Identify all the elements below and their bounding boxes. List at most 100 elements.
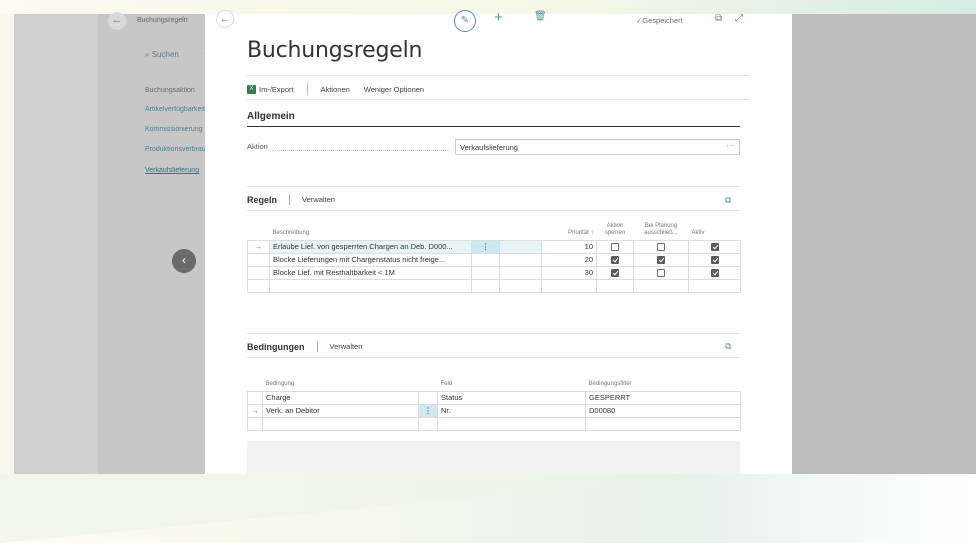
background-nav-item[interactable]: Produktionsverbrauch xyxy=(145,146,205,153)
rules-header-separator xyxy=(289,194,291,205)
priority-cell[interactable]: 20 xyxy=(541,252,597,267)
background-search-button[interactable]: ⌕ Suchen xyxy=(145,50,179,60)
import-export-label: Im-/Export xyxy=(259,84,294,94)
rules-header: Regeln Verwalten xyxy=(247,194,335,205)
active-checkbox[interactable] xyxy=(688,239,741,254)
background-nav-item-active[interactable]: Verkaufslieferung xyxy=(145,167,205,174)
background-collapse-button[interactable]: ‹ xyxy=(172,249,196,273)
conditions-manage-menu[interactable]: Verwalten xyxy=(330,342,363,351)
background-app-title: Buchungsregeln xyxy=(137,17,188,24)
description-cell[interactable]: Blocke Lieferungen mit Chargenstatus nic… xyxy=(269,252,472,267)
col-description[interactable]: Beschreibung xyxy=(270,220,472,240)
saved-label: Gespeichert xyxy=(642,16,683,25)
edit-button[interactable]: ✎ xyxy=(454,10,476,32)
col-condition[interactable]: Bedingung xyxy=(263,374,419,391)
table-row[interactable]: Charge Status GESPERRT xyxy=(247,390,741,405)
table-row[interactable]: → Erlaube Lief. von gesperrten Chargen a… xyxy=(247,239,741,254)
condition-cell[interactable]: Charge xyxy=(262,390,419,405)
rules-header-divider xyxy=(247,210,740,211)
backdrop-bottom xyxy=(0,474,976,543)
rules-manage-menu[interactable]: Verwalten xyxy=(302,195,335,204)
exclude-planning-checkbox[interactable] xyxy=(633,252,689,267)
page-title: Buchungsregeln xyxy=(247,38,423,63)
rules-title[interactable]: Regeln xyxy=(247,195,277,205)
rules-table: Beschreibung Priorität ↑ Aktion sperren B… xyxy=(247,220,741,293)
conditions-header-divider xyxy=(247,357,740,358)
checkbox-checked-icon xyxy=(710,243,719,251)
fewer-options-button[interactable]: Weniger Optionen xyxy=(364,85,424,94)
expand-button[interactable]: ⤢ xyxy=(735,13,743,24)
lookup-button[interactable]: ··· xyxy=(726,141,734,150)
background-app-panel xyxy=(98,14,218,474)
action-bar-separator xyxy=(306,83,308,95)
condition-cell[interactable]: Verk. an Debitor xyxy=(262,403,419,418)
priority-cell[interactable]: 30 xyxy=(541,265,597,280)
back-button[interactable]: ← xyxy=(216,10,234,28)
row-menu-button[interactable]: ⋮ xyxy=(471,239,500,254)
active-checkbox[interactable] xyxy=(688,265,741,280)
checkbox-checked-icon xyxy=(657,256,665,264)
table-row-empty[interactable] xyxy=(247,416,741,431)
trash-icon: 🗑 xyxy=(534,11,547,22)
col-priority[interactable]: Priorität ↑ xyxy=(542,220,597,240)
filter-cell[interactable]: D00080 xyxy=(585,403,741,418)
delete-button[interactable]: 🗑 xyxy=(534,11,547,22)
backdrop-top xyxy=(0,0,976,14)
action-field-value: Verkaufslieferung xyxy=(460,143,518,152)
rules-expand-button[interactable]: ⧉ xyxy=(725,195,731,206)
col-field[interactable]: Feld xyxy=(438,374,586,391)
background-nav-item[interactable]: Artikelverfügbarkeit xyxy=(145,106,205,113)
block-action-checkbox[interactable] xyxy=(596,239,634,254)
current-row-arrow-icon: → xyxy=(247,239,270,254)
col-active[interactable]: Aktiv xyxy=(689,220,741,240)
conditions-header-separator xyxy=(316,341,318,352)
exclude-planning-checkbox[interactable] xyxy=(633,265,689,280)
action-field-label: Aktion xyxy=(247,142,268,151)
field-leader-dots xyxy=(272,150,450,151)
conditions-expand-button[interactable]: ⧉ xyxy=(725,341,731,352)
background-nav-item[interactable]: Kommissionierung xyxy=(145,126,205,133)
background-nav-item: Buchungsaktion xyxy=(145,87,195,94)
block-action-checkbox[interactable] xyxy=(596,252,634,267)
background-back-button[interactable]: ← xyxy=(108,12,126,30)
col-block-action[interactable]: Aktion sperren xyxy=(597,220,634,240)
backdrop-left-strip xyxy=(0,14,14,474)
field-cell[interactable]: Status xyxy=(437,390,586,405)
open-window-icon: ⧉ xyxy=(715,13,723,24)
action-bar-divider xyxy=(247,99,750,100)
table-row[interactable]: Blocke Lief. mit Resthaltbarkeit < 1M 30 xyxy=(247,265,741,280)
col-filter[interactable]: Bedingungsfilter xyxy=(586,374,741,391)
row-menu-button[interactable]: ⋮ xyxy=(418,403,438,418)
description-cell[interactable]: Erlaube Lief. von gesperrten Chargen an … xyxy=(269,239,472,254)
conditions-top-divider xyxy=(247,333,740,334)
chevron-left-icon: ‹ xyxy=(182,253,186,267)
conditions-title[interactable]: Bedingungen xyxy=(247,342,305,352)
new-button[interactable]: + xyxy=(494,9,503,26)
conditions-table: Bedingung Feld Bedingungsfilter Charge S… xyxy=(247,374,741,431)
checkbox-unchecked-icon xyxy=(657,243,665,251)
table-row[interactable]: → Verk. an Debitor ⋮ Nr. D00080 xyxy=(247,403,741,418)
exclude-planning-checkbox[interactable] xyxy=(633,239,689,254)
filter-cell[interactable]: GESPERRT xyxy=(585,390,741,405)
general-section-title[interactable]: Allgemein xyxy=(247,111,295,122)
col-exclude-planning[interactable]: Bei Planung ausschließ... xyxy=(634,220,689,240)
action-field[interactable]: Verkaufslieferung ··· xyxy=(455,139,740,155)
general-section-underline xyxy=(247,126,740,127)
expand-part-icon: ⧉ xyxy=(725,341,732,351)
priority-cell[interactable]: 10 xyxy=(541,239,597,254)
active-checkbox[interactable] xyxy=(688,252,741,267)
description-cell[interactable]: Blocke Lief. mit Resthaltbarkeit < 1M xyxy=(269,265,472,280)
open-new-window-button[interactable]: ⧉ xyxy=(715,13,722,24)
table-row[interactable]: Blocke Lieferungen mit Chargenstatus nic… xyxy=(247,252,741,267)
action-bar: X Im-/Export Aktionen Weniger Optionen xyxy=(247,82,438,96)
search-label: Suchen xyxy=(151,50,179,59)
checkbox-checked-icon xyxy=(611,256,619,264)
checkbox-checked-icon xyxy=(611,269,619,277)
actions-menu[interactable]: Aktionen xyxy=(321,85,350,94)
field-cell[interactable]: Nr. xyxy=(437,403,586,418)
current-row-arrow-icon: → xyxy=(247,403,263,418)
block-action-checkbox[interactable] xyxy=(596,265,634,280)
table-row-empty[interactable] xyxy=(247,278,741,293)
import-export-button[interactable]: X Im-/Export xyxy=(247,84,294,94)
saved-status: ✓Gespeichert xyxy=(636,16,683,25)
